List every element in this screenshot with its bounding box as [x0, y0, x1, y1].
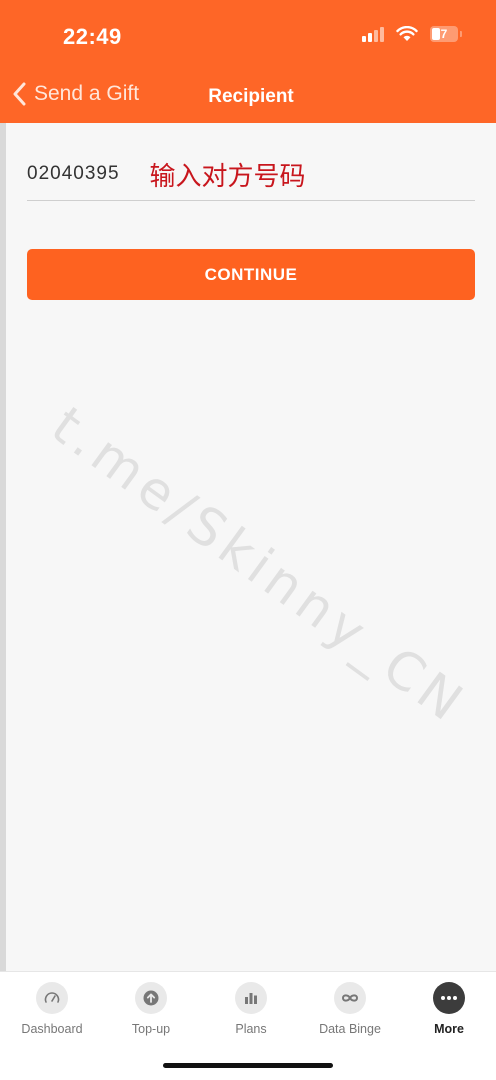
tab-data-binge[interactable]: Data Binge: [300, 982, 400, 1036]
page-title: Recipient: [208, 86, 294, 107]
tab-data-binge-label: Data Binge: [319, 1022, 381, 1036]
tab-dashboard-label: Dashboard: [21, 1022, 83, 1036]
battery-level: 7: [440, 27, 448, 41]
app-header: 22:49 7 Send a Gift Recipient: [0, 0, 496, 123]
tab-plans-label: Plans: [235, 1022, 267, 1036]
cellular-signal-icon: [362, 26, 384, 42]
tab-more[interactable]: More: [399, 982, 496, 1036]
tab-more-label: More: [434, 1022, 464, 1036]
arrow-up-circle-icon: [135, 982, 167, 1014]
gauge-icon: [36, 982, 68, 1014]
watermark-text: t.me/Skinny_CN: [40, 395, 478, 737]
more-dots-icon: [433, 982, 465, 1014]
tab-top-up-label: Top-up: [131, 1022, 171, 1036]
battery-icon: 7: [430, 26, 462, 42]
wifi-icon: [396, 26, 418, 41]
continue-button[interactable]: CONTINUE: [27, 249, 475, 300]
status-time: 22:49: [63, 24, 122, 49]
home-indicator[interactable]: [163, 1063, 333, 1068]
recipient-phone-field[interactable]: 02040395 输入对方号码: [27, 148, 475, 201]
tab-dashboard[interactable]: Dashboard: [2, 982, 102, 1036]
tab-top-up[interactable]: Top-up: [101, 982, 201, 1036]
infinity-icon: [334, 982, 366, 1014]
recipient-phone-value: 02040395: [27, 163, 120, 184]
bar-chart-icon: [235, 982, 267, 1014]
phone-annotation: 输入对方号码: [149, 161, 306, 192]
tab-plans[interactable]: Plans: [201, 982, 301, 1036]
status-icons: 7: [362, 26, 462, 42]
content-edge-divider: [0, 123, 6, 971]
